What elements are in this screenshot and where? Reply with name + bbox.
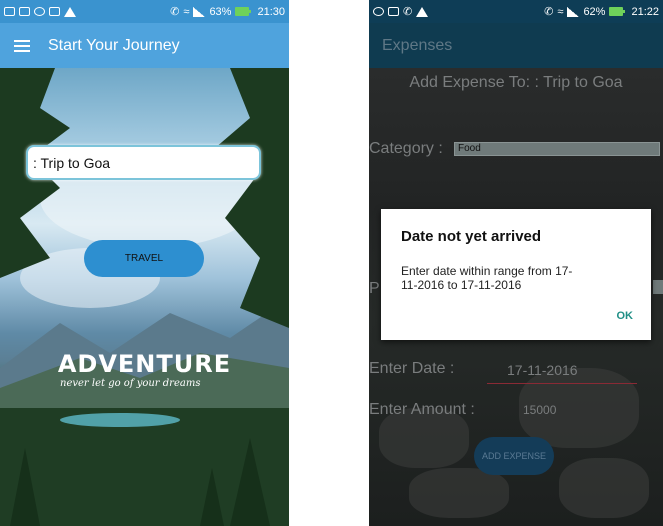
payment-dropdown[interactable]	[653, 280, 663, 294]
category-dropdown[interactable]: Food	[454, 142, 660, 156]
wifi-icon: ≈	[183, 5, 190, 18]
adventure-background-image	[0, 68, 289, 526]
date-input-underline	[487, 383, 637, 384]
adventure-title: ADVENTURE	[57, 350, 232, 378]
add-expense-heading: Add Expense To: : Trip to Goa	[409, 74, 623, 91]
lake	[60, 413, 180, 427]
add-expense-button[interactable]: ADD EXPENSE	[474, 437, 554, 475]
rock	[409, 468, 509, 518]
payment-label: P	[369, 280, 380, 297]
trip-name-input[interactable]: : Trip to Goa	[26, 145, 261, 180]
wifi-icon: ≈	[557, 5, 564, 18]
app-bar: Start Your Journey	[0, 23, 289, 68]
battery-icon	[235, 7, 252, 16]
warning-icon	[64, 6, 76, 17]
status-bar: ✆ ≈ 63% 21:30	[0, 0, 289, 23]
battery-percent: 62%	[583, 5, 606, 18]
battery-icon	[609, 7, 626, 16]
call-icon: ✆	[544, 6, 554, 18]
whatsapp-icon	[34, 7, 45, 16]
app-title: Start Your Journey	[48, 36, 180, 54]
signal-icon	[193, 6, 206, 17]
adventure-subtitle: never let go of your dreams	[60, 378, 201, 389]
rock	[559, 458, 649, 518]
menu-icon[interactable]	[14, 39, 30, 52]
amount-label: Enter Amount :	[369, 401, 475, 418]
landscape-illustration	[0, 68, 289, 526]
screen-expenses: ✆ ✆ ≈ 62% 21:22 Expenses Add Expense To:…	[369, 0, 663, 526]
message-icon	[388, 7, 399, 16]
status-bar: ✆ ✆ ≈ 62% 21:22	[369, 0, 663, 23]
dialog-ok-button[interactable]: OK	[617, 310, 634, 322]
notification-icons	[4, 6, 76, 17]
battery-percent: 63%	[209, 5, 232, 18]
app-title: Expenses	[382, 36, 453, 54]
date-label: Enter Date :	[369, 360, 455, 377]
whatsapp-icon	[373, 7, 384, 16]
signal-icon	[567, 6, 580, 17]
notification-icons: ✆	[373, 5, 429, 18]
amount-input[interactable]: 15000	[523, 403, 556, 417]
clock: 21:22	[631, 5, 659, 18]
screen-start-journey: ✆ ≈ 63% 21:30 Start Your Journey: Trip …	[0, 0, 289, 526]
call-icon: ✆	[170, 6, 180, 18]
mail-icon	[49, 7, 60, 16]
dialog-message: Enter date within range from 17-11-2016 …	[401, 264, 573, 292]
message-icon	[4, 7, 15, 16]
app-bar: Expenses	[369, 23, 663, 68]
warning-icon	[416, 6, 429, 17]
dialog-title: Date not yet arrived	[401, 228, 542, 245]
date-error-dialog: Date not yet arrived Enter date within r…	[381, 209, 651, 340]
travel-button[interactable]: TRAVEL	[84, 240, 204, 277]
call-icon: ✆	[403, 6, 413, 18]
category-label: Category :	[369, 140, 443, 157]
clock: 21:30	[257, 5, 285, 18]
date-input[interactable]: 17-11-2016	[507, 362, 578, 378]
image-icon	[19, 7, 30, 16]
